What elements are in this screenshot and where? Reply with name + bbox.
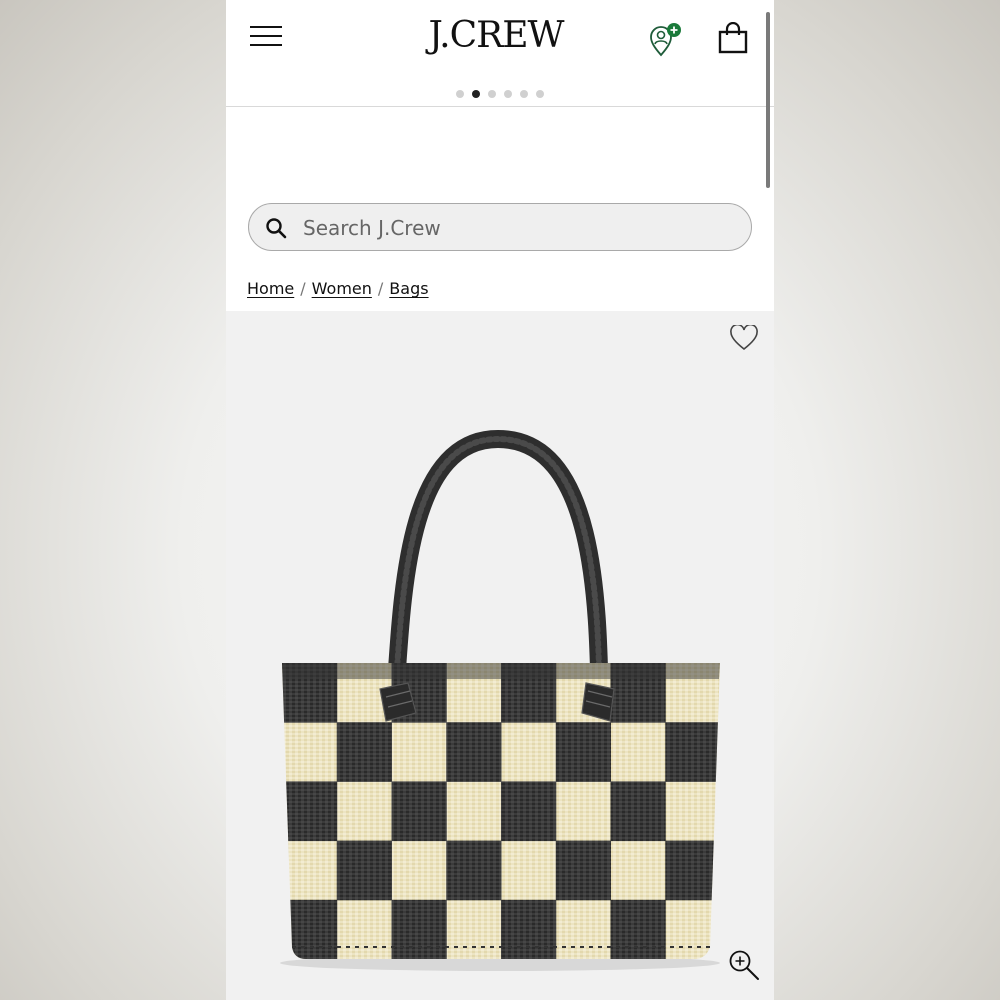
checker-square <box>610 781 666 842</box>
checker-square <box>446 722 502 782</box>
checker-square <box>282 899 338 959</box>
scrollbar[interactable] <box>766 12 770 188</box>
checker-square <box>555 840 611 901</box>
checker-square <box>391 781 447 842</box>
carousel-dot[interactable] <box>520 90 528 98</box>
checker-square <box>282 781 338 842</box>
product-image-gallery[interactable] <box>226 311 774 1000</box>
account-add-icon[interactable] <box>646 22 682 58</box>
carousel-dots <box>226 90 774 102</box>
checker-square <box>336 840 392 901</box>
checker-square <box>610 899 666 959</box>
breadcrumb-separator: / <box>377 279 384 298</box>
checker-square <box>665 722 720 782</box>
checker-square <box>446 840 502 901</box>
breadcrumb-bags[interactable]: Bags <box>389 279 428 298</box>
checker-square <box>665 840 720 901</box>
zoom-in-icon[interactable] <box>728 949 760 981</box>
site-header: J.CREW <box>226 0 774 107</box>
breadcrumb-home[interactable]: Home <box>247 279 294 298</box>
checker-square <box>501 781 557 842</box>
checker-square <box>555 722 611 782</box>
carousel-dot[interactable] <box>536 90 544 98</box>
checker-square <box>336 722 392 782</box>
breadcrumb-women[interactable]: Women <box>312 279 372 298</box>
search-icon <box>266 218 287 239</box>
shopping-bag-icon[interactable] <box>718 22 748 54</box>
page: J.CREW Home / Women / Bags <box>226 0 774 1000</box>
search-bar[interactable] <box>248 203 752 251</box>
carousel-dot[interactable] <box>504 90 512 98</box>
carousel-dot-active[interactable] <box>472 90 480 98</box>
brand-logo[interactable]: J.CREW <box>420 14 572 58</box>
breadcrumb: Home / Women / Bags <box>247 279 429 303</box>
checker-square <box>501 899 557 959</box>
carousel-dot[interactable] <box>456 90 464 98</box>
breadcrumb-separator: / <box>300 279 306 298</box>
search-input[interactable] <box>301 210 725 246</box>
checkered-straw-tote-bag[interactable] <box>226 311 774 1000</box>
hamburger-menu-icon[interactable] <box>250 26 282 46</box>
heart-icon[interactable] <box>730 325 758 351</box>
carousel-dot[interactable] <box>488 90 496 98</box>
checker-square <box>391 899 447 959</box>
